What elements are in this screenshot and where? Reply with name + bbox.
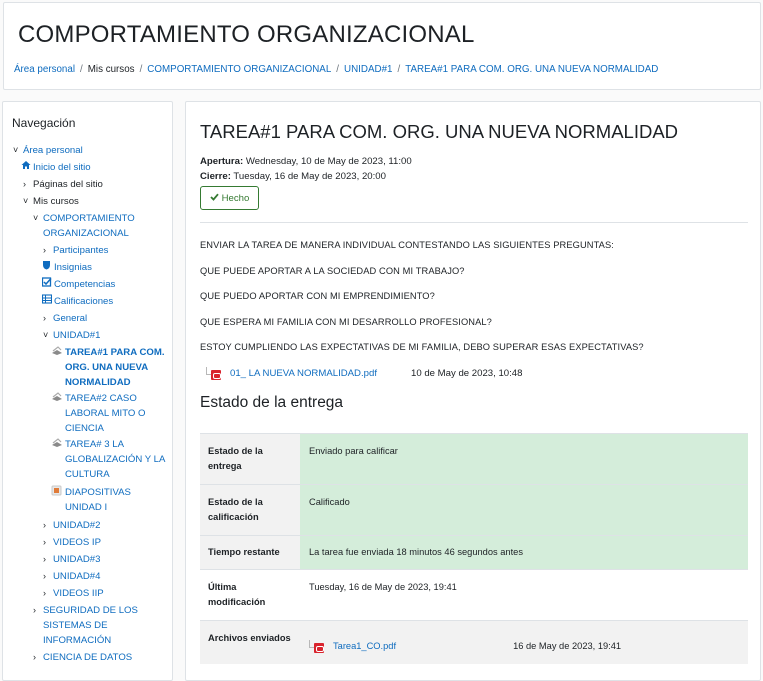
shield-icon xyxy=(42,260,54,275)
breadcrumb-item-mis-cursos: Mis cursos xyxy=(87,64,135,75)
chevron-right-icon: › xyxy=(23,179,26,189)
done-button[interactable]: Hecho xyxy=(200,186,259,210)
nav-item-videos-ip[interactable]: › VIDEOS IP xyxy=(43,535,171,550)
nav-item-participantes[interactable]: › Participantes xyxy=(43,243,171,258)
nav-item-tarea1[interactable]: TAREA#1 PARA COM. ORG. UNA NUEVA NORMALI… xyxy=(51,345,169,390)
submission-status-table: Estado de la entrega Enviado para califi… xyxy=(200,433,748,664)
course-title: COMPORTAMIENTO ORGANIZACIONAL xyxy=(18,21,475,48)
checkbox-icon xyxy=(41,277,54,292)
nav-item-seguridad[interactable]: › SEGURIDAD DE LOS SISTEMAS DE INFORMACI… xyxy=(33,603,145,648)
instruction-line: QUE PUEDE APORTAR A LA SOCIEDAD CON MI T… xyxy=(200,266,465,276)
status-label: Estado de la entrega xyxy=(200,433,300,485)
pdf-icon xyxy=(206,367,222,380)
chevron-down-icon: ˅ xyxy=(13,145,19,155)
breadcrumb-separator: / xyxy=(139,64,143,75)
closing-date: Cierre: Tuesday, 16 de May de 2023, 20:0… xyxy=(200,171,386,182)
chevron-right-icon: › xyxy=(33,652,36,662)
divider xyxy=(200,222,748,223)
home-icon xyxy=(21,160,33,175)
main-content: TAREA#1 PARA COM. ORG. UNA NUEVA NORMALI… xyxy=(185,101,761,681)
submitted-file: Tarea1_CO.pdf 16 de May de 2023, 19:41 xyxy=(309,639,740,654)
navigation-title: Navegación xyxy=(12,116,76,130)
nav-item-mis-cursos[interactable]: ˅ Mis cursos xyxy=(23,194,171,209)
chevron-down-icon: ˅ xyxy=(43,330,49,340)
opening-date: Apertura: Wednesday, 10 de May de 2023, … xyxy=(200,156,412,167)
page-header: COMPORTAMIENTO ORGANIZACIONAL Área perso… xyxy=(3,2,761,90)
instruction-line: ENVIAR LA TAREA DE MANERA INDIVIDUAL CON… xyxy=(200,240,614,250)
time-remaining-value: La tarea fue enviada 18 minutos 46 segun… xyxy=(300,535,748,570)
breadcrumb-separator: / xyxy=(336,64,340,75)
assignment-dates: Apertura: Wednesday, 10 de May de 2023, … xyxy=(200,154,412,184)
assignment-title: TAREA#1 PARA COM. ORG. UNA NUEVA NORMALI… xyxy=(200,121,679,142)
status-value: Enviado para calificar xyxy=(300,433,748,485)
breadcrumb-item-area-personal[interactable]: Área personal xyxy=(14,64,75,75)
nav-item-general[interactable]: › General xyxy=(43,311,171,326)
nav-item-paginas[interactable]: › Páginas del sitio xyxy=(23,177,171,192)
nav-item-tarea2[interactable]: TAREA#2 CASO LABORAL MITO O CIENCIA xyxy=(51,391,169,436)
breadcrumb-item-unidad1[interactable]: UNIDAD#1 xyxy=(344,64,392,75)
breadcrumb-item-tarea1[interactable]: TAREA#1 PARA COM. ORG. UNA NUEVA NORMALI… xyxy=(405,64,658,75)
chevron-right-icon: › xyxy=(43,520,46,530)
chevron-right-icon: › xyxy=(43,245,46,255)
navigation-block: Navegación ˅ Área personal Inicio del si… xyxy=(2,101,173,681)
table-row: Estado de la calificación Calificado xyxy=(200,484,748,536)
attachment-row: 01_ LA NUEVA NORMALIDAD.pdf 10 de May de… xyxy=(206,367,522,380)
table-icon xyxy=(41,294,54,309)
grading-label: Estado de la calificación xyxy=(200,484,300,536)
nav-item-competencias[interactable]: Competencias xyxy=(41,277,170,292)
chevron-right-icon: › xyxy=(43,554,46,564)
nav-item-unidad4[interactable]: › UNIDAD#4 xyxy=(43,569,171,584)
nav-item-course[interactable]: ˅ COMPORTAMIENTO ORGANIZACIONAL xyxy=(33,211,163,241)
submitted-file-date: 16 de May de 2023, 19:41 xyxy=(513,641,622,651)
submitted-file-link[interactable]: Tarea1_CO.pdf xyxy=(333,639,396,654)
table-row: Última modificación Tuesday, 16 de May d… xyxy=(200,569,748,621)
nav-item-insignias[interactable]: Insignias xyxy=(42,260,170,275)
time-remaining-label: Tiempo restante xyxy=(200,535,300,570)
grading-value: Calificado xyxy=(300,484,748,536)
nav-item-unidad3[interactable]: › UNIDAD#3 xyxy=(43,552,171,567)
nav-item-unidad1[interactable]: ˅ UNIDAD#1 xyxy=(43,328,171,343)
instruction-line: ESTOY CUMPLIENDO LAS EXPECTATIVAS DE MI … xyxy=(200,342,644,352)
instruction-line: QUE ESPERA MI FAMILIA CON MI DESARROLLO … xyxy=(200,317,492,327)
nav-item-tarea3[interactable]: TAREA# 3 LA GLOBALIZACIÓN Y LA CULTURA xyxy=(51,437,169,482)
nav-item-calificaciones[interactable]: Calificaciones xyxy=(41,294,170,309)
submission-status-heading: Estado de la entrega xyxy=(200,394,344,411)
submitted-files-value: Tarea1_CO.pdf 16 de May de 2023, 19:41 xyxy=(300,620,748,664)
nav-item-unidad2[interactable]: › UNIDAD#2 xyxy=(43,518,171,533)
breadcrumb: Área personal / Mis cursos / COMPORTAMIE… xyxy=(14,64,658,75)
table-row: Estado de la entrega Enviado para califi… xyxy=(200,433,748,485)
submitted-files-label: Archivos enviados xyxy=(200,620,300,664)
chevron-right-icon: › xyxy=(43,313,46,323)
last-modified-value: Tuesday, 16 de May de 2023, 19:41 xyxy=(300,569,748,621)
chevron-right-icon: › xyxy=(43,588,46,598)
check-icon xyxy=(209,193,219,204)
last-modified-label: Última modificación xyxy=(200,569,300,621)
table-row: Archivos enviados Tarea1_CO.pdf 16 de Ma… xyxy=(200,620,748,664)
instruction-line: QUE PUEDO APORTAR CON MI EMPRENDIMIENTO? xyxy=(200,291,435,301)
nav-item-inicio[interactable]: Inicio del sitio xyxy=(21,160,171,175)
nav-item-ciencia-datos[interactable]: › CIENCIA DE DATOS xyxy=(33,650,172,665)
breadcrumb-separator: / xyxy=(80,64,83,75)
breadcrumb-item-course[interactable]: COMPORTAMIENTO ORGANIZACIONAL xyxy=(147,64,331,75)
nav-item-area-personal[interactable]: ˅ Área personal xyxy=(13,143,163,158)
chevron-down-icon: ˅ xyxy=(23,196,29,206)
attachment-date: 10 de May de 2023, 10:48 xyxy=(411,368,523,379)
nav-item-diapositivas[interactable]: DIAPOSITIVAS UNIDAD I xyxy=(51,485,169,515)
nav-item-videos-iip[interactable]: › VIDEOS IIP xyxy=(43,586,171,601)
pdf-icon xyxy=(309,640,325,653)
chevron-right-icon: › xyxy=(43,571,46,581)
table-row: Tiempo restante La tarea fue enviada 18 … xyxy=(200,535,748,570)
chevron-right-icon: › xyxy=(43,537,46,547)
breadcrumb-separator: / xyxy=(397,64,401,75)
attachment-link[interactable]: 01_ LA NUEVA NORMALIDAD.pdf xyxy=(230,368,377,379)
